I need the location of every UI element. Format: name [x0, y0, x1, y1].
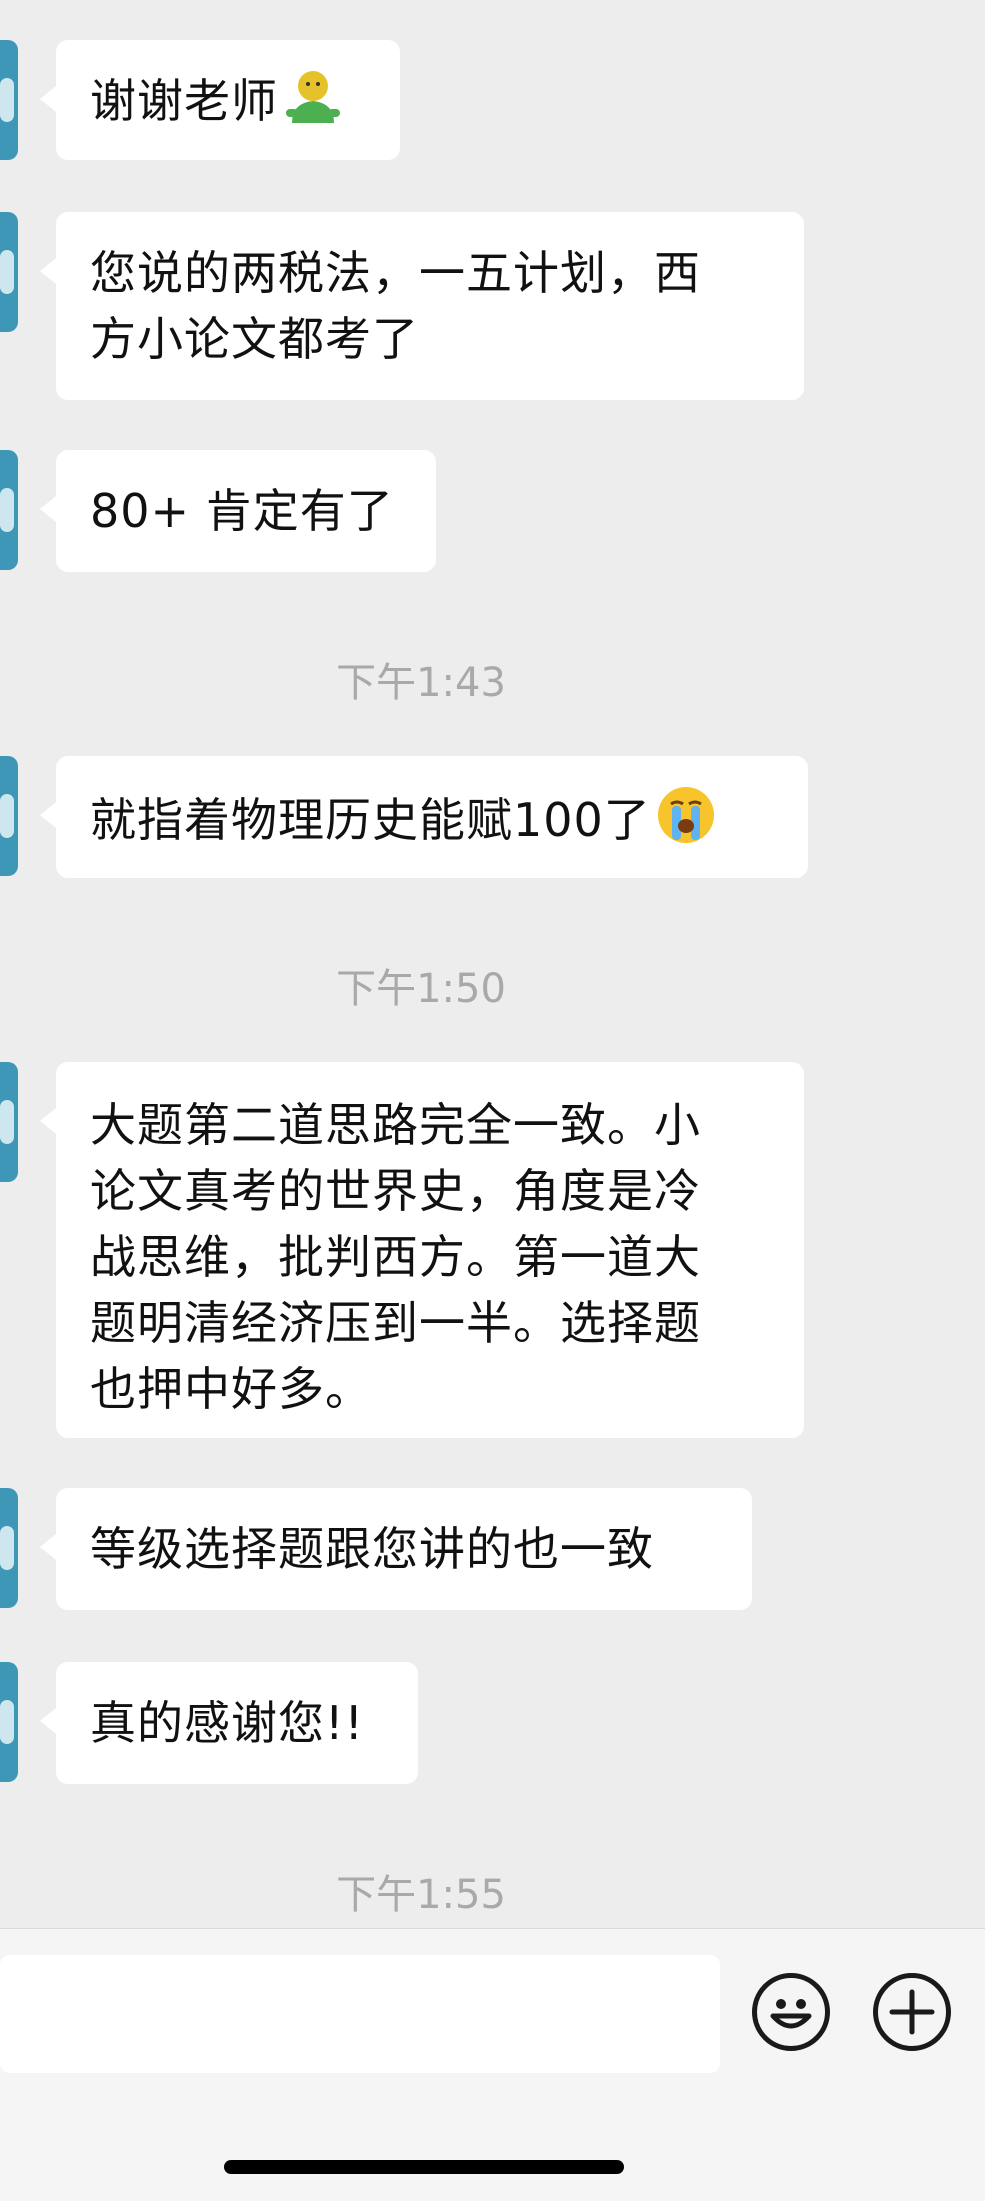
message-bubble[interactable]: 80+ 肯定有了	[40, 450, 436, 572]
loudly-crying-emoji-icon	[655, 784, 717, 863]
contact-avatar[interactable]	[0, 450, 18, 570]
message-line: 大题第二道思路完全一致。小	[90, 1098, 701, 1152]
green-person-emoji-icon	[282, 67, 344, 142]
message-bubble[interactable]: 谢谢老师	[40, 40, 400, 160]
home-indicator[interactable]	[224, 2160, 624, 2174]
contact-avatar[interactable]	[0, 756, 18, 876]
message-line: 方小论文都考了	[90, 312, 419, 366]
timestamp: 下午1:55	[336, 1872, 506, 1918]
plus-circle-icon[interactable]	[873, 1973, 951, 2051]
message-bubble[interactable]: 就指着物理历史能赋100了	[40, 756, 808, 878]
timestamp: 下午1:50	[336, 966, 506, 1012]
contact-avatar[interactable]	[0, 1062, 18, 1182]
message-bubble[interactable]: 大题第二道思路完全一致。小 论文真考的世界史，角度是冷 战思维，批判西方。第一道…	[40, 1062, 804, 1438]
smiley-face-icon[interactable]	[752, 1973, 830, 2051]
message-text: 就指着物理历史能赋100了	[90, 793, 651, 847]
message-line: 您说的两税法，一五计划，西	[90, 246, 701, 300]
message-text: 80+ 肯定有了	[90, 484, 394, 538]
message-text: 谢谢老师	[90, 74, 278, 128]
timestamp: 下午1:43	[336, 660, 506, 706]
message-bubble[interactable]: 等级选择题跟您讲的也一致	[40, 1488, 752, 1610]
contact-avatar[interactable]	[0, 1488, 18, 1608]
contact-avatar[interactable]	[0, 212, 18, 332]
message-input[interactable]	[0, 1955, 720, 2073]
message-line: 题明清经济压到一半。选择题	[90, 1296, 701, 1350]
message-line: 战思维，批判西方。第一道大	[90, 1230, 701, 1284]
contact-avatar[interactable]	[0, 40, 18, 160]
message-text: 等级选择题跟您讲的也一致	[90, 1522, 654, 1576]
message-line: 论文真考的世界史，角度是冷	[90, 1164, 701, 1218]
contact-avatar[interactable]	[0, 1662, 18, 1782]
message-line: 也押中好多。	[90, 1362, 372, 1416]
message-bubble[interactable]: 您说的两税法，一五计划，西 方小论文都考了	[40, 212, 804, 400]
message-text: 真的感谢您!!	[90, 1696, 364, 1750]
message-bubble[interactable]: 真的感谢您!!	[40, 1662, 418, 1784]
